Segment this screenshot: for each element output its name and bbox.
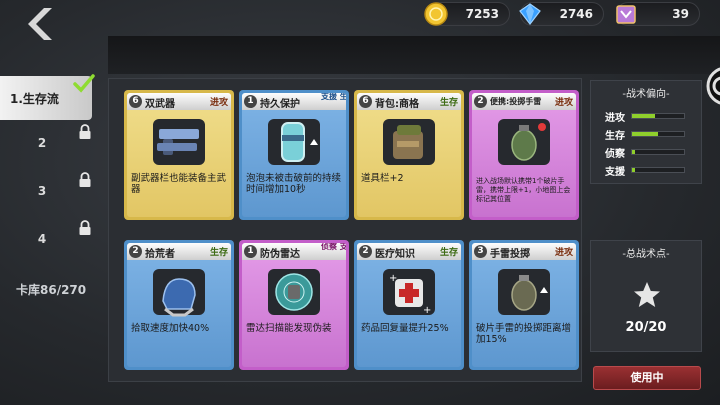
card-cost: 2 bbox=[474, 95, 487, 108]
card-tag: 进攻 bbox=[554, 248, 573, 258]
in-use-button[interactable]: 使用中 bbox=[593, 366, 701, 390]
ticket-counter: 39 bbox=[616, 2, 700, 26]
card-tag: 生存 bbox=[209, 248, 228, 258]
card-title: 便携:投掷手雷 bbox=[490, 97, 542, 106]
card-title: 背包:商格 bbox=[375, 99, 419, 110]
card-dual-weapon[interactable]: 6 双武器 进攻 副武器栏也能装备主武器 bbox=[124, 90, 234, 220]
card-tag: 生存 bbox=[439, 248, 458, 258]
stat-label-attack: 进攻 bbox=[605, 113, 625, 124]
gold-value: 7253 bbox=[465, 7, 499, 21]
back-arrow-icon[interactable] bbox=[22, 6, 62, 42]
settings-edge-icon[interactable] bbox=[700, 60, 720, 112]
points-value: 20/20 bbox=[625, 320, 667, 335]
card-description: 泡泡未被击破前的持续时间增加10秒 bbox=[246, 173, 342, 195]
card-medical-knowledge[interactable]: 2 医疗知识 生存 + + 药品回复量提升25% bbox=[354, 240, 464, 370]
card-anti-camo-radar[interactable]: 1 防伪雷达 侦察 支援 雷达扫描能发现伪装 bbox=[239, 240, 349, 370]
header-strip bbox=[108, 36, 720, 74]
card-title: 手雷投掷 bbox=[490, 249, 530, 260]
scavenger-glove-icon bbox=[153, 269, 205, 317]
card-tag: 支援 生存 bbox=[321, 93, 346, 101]
medkit-icon: + + bbox=[383, 269, 435, 316]
card-description: 拾取速度加快40% bbox=[131, 323, 210, 334]
stat-fill-support bbox=[632, 168, 636, 172]
card-description: 雷达扫描能发现伪装 bbox=[246, 323, 332, 334]
stat-label-recon: 侦察 bbox=[605, 149, 625, 160]
card-cost: 6 bbox=[129, 95, 142, 108]
card-backpack-slots[interactable]: 6 背包:商格 生存 道具栏+2 bbox=[354, 90, 464, 220]
card-tag: 进攻 bbox=[554, 98, 573, 108]
lock-icon bbox=[79, 220, 91, 235]
lock-icon bbox=[79, 124, 91, 139]
lock-icon bbox=[79, 172, 91, 187]
radar-icon bbox=[268, 269, 320, 315]
grenade-icon bbox=[498, 119, 550, 165]
grenade-throw-icon bbox=[498, 269, 550, 315]
card-title: 防伪雷达 bbox=[260, 249, 300, 260]
card-title: 医疗知识 bbox=[375, 249, 415, 260]
ticket-value: 39 bbox=[672, 7, 689, 21]
card-title: 持久保护 bbox=[260, 99, 300, 110]
card-cost: 1 bbox=[244, 95, 257, 108]
stat-fill-survival bbox=[632, 132, 658, 136]
card-title: 拾荒者 bbox=[145, 249, 175, 260]
dual-pistol-icon bbox=[153, 119, 205, 165]
stat-label-support: 支援 bbox=[605, 167, 625, 178]
stat-bar-survival bbox=[631, 131, 685, 137]
backpack-icon bbox=[383, 119, 435, 165]
tab-label: 2 bbox=[37, 136, 47, 150]
stat-bar-recon bbox=[631, 149, 685, 155]
tab-label: 4 bbox=[37, 232, 47, 246]
gold-counter: 7253 bbox=[424, 2, 510, 26]
star-icon bbox=[634, 282, 660, 307]
card-description: 道具栏+2 bbox=[361, 173, 404, 184]
svg-text:+: + bbox=[389, 273, 397, 284]
tendency-title: -战术偏向- bbox=[622, 89, 670, 100]
card-cost: 2 bbox=[129, 245, 142, 258]
card-tag: 生存 bbox=[439, 98, 458, 108]
card-tag: 侦察 支援 bbox=[321, 243, 346, 251]
card-cost: 3 bbox=[474, 245, 487, 258]
diamond-counter: 2746 bbox=[519, 2, 604, 26]
card-lasting-protection[interactable]: 1 持久保护 支援 生存 泡泡未被击破前的持续时间增加10秒 bbox=[239, 90, 349, 220]
ticket-icon bbox=[616, 5, 636, 24]
tactical-tendency-panel: -战术偏向- 进攻 生存 侦察 支援 bbox=[590, 80, 702, 184]
card-description: 药品回复量提升25% bbox=[361, 323, 449, 334]
card-description: 副武器栏也能装备主武器 bbox=[131, 173, 227, 195]
card-description: 进入战场默认携带1个破片手雷，携带上限+1，小地图上会标记其位置 bbox=[476, 177, 571, 203]
card-cost: 6 bbox=[359, 95, 372, 108]
stat-bar-support bbox=[631, 167, 685, 173]
gold-coin-icon bbox=[424, 2, 448, 26]
svg-text:+: + bbox=[423, 305, 431, 316]
card-scavenger[interactable]: 2 拾荒者 生存 拾取速度加快40% bbox=[124, 240, 234, 370]
diamond-icon bbox=[519, 3, 541, 25]
tab-label: 1.生存流 bbox=[10, 92, 59, 106]
stat-fill-attack bbox=[632, 114, 656, 118]
stat-bar-attack bbox=[631, 113, 685, 119]
stat-fill-recon bbox=[632, 150, 636, 154]
stat-label-survival: 生存 bbox=[605, 131, 625, 142]
card-portable-grenade[interactable]: 2 便携:投掷手雷 进攻 进入战场默认携带1个破片手雷，携带上限+1，小地图上会… bbox=[469, 90, 579, 220]
diamond-value: 2746 bbox=[559, 7, 593, 21]
tab-label: 3 bbox=[37, 184, 47, 198]
check-icon bbox=[73, 74, 95, 93]
card-description: 破片手雷的投掷距离增加15% bbox=[476, 323, 572, 345]
card-grenade-throw[interactable]: 3 手雷投掷 进攻 破片手雷的投掷距离增加15% bbox=[469, 240, 579, 370]
card-cost: 2 bbox=[359, 245, 372, 258]
card-tag: 进攻 bbox=[209, 98, 228, 108]
card-storage-count[interactable]: 卡库86/270 bbox=[16, 281, 86, 298]
points-title: -总战术点- bbox=[622, 249, 670, 260]
card-title: 双武器 bbox=[145, 99, 175, 110]
card-cost: 1 bbox=[244, 245, 257, 258]
shield-canister-icon bbox=[268, 119, 320, 165]
